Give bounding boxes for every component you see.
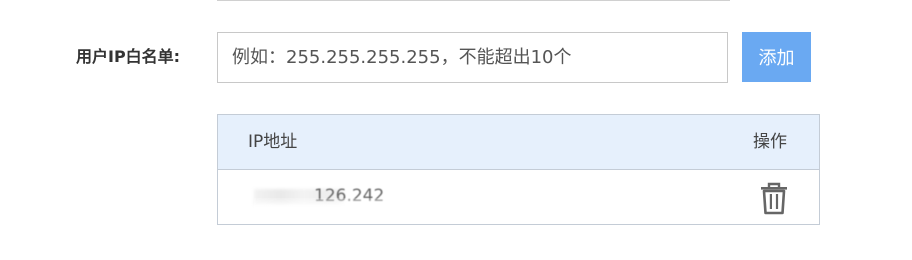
whitelist-label: 用户IP白名单:	[76, 47, 181, 66]
top-divider	[217, 0, 730, 1]
ip-cell: 126.242	[254, 184, 400, 208]
ip-whitelist-page: 用户IP白名单: 添加 IP地址 操作 126.242	[0, 0, 912, 260]
table-header: IP地址 操作	[218, 115, 819, 170]
ip-input[interactable]	[217, 32, 728, 83]
ip-mask	[254, 198, 400, 208]
delete-button[interactable]	[756, 180, 792, 216]
trash-icon	[761, 182, 787, 215]
column-header-ip: IP地址	[248, 132, 298, 152]
ip-whitelist-table: IP地址 操作 126.242	[217, 114, 820, 225]
column-header-actions: 操作	[753, 132, 787, 152]
table-row: 126.242	[218, 170, 819, 224]
add-button[interactable]: 添加	[742, 32, 811, 82]
